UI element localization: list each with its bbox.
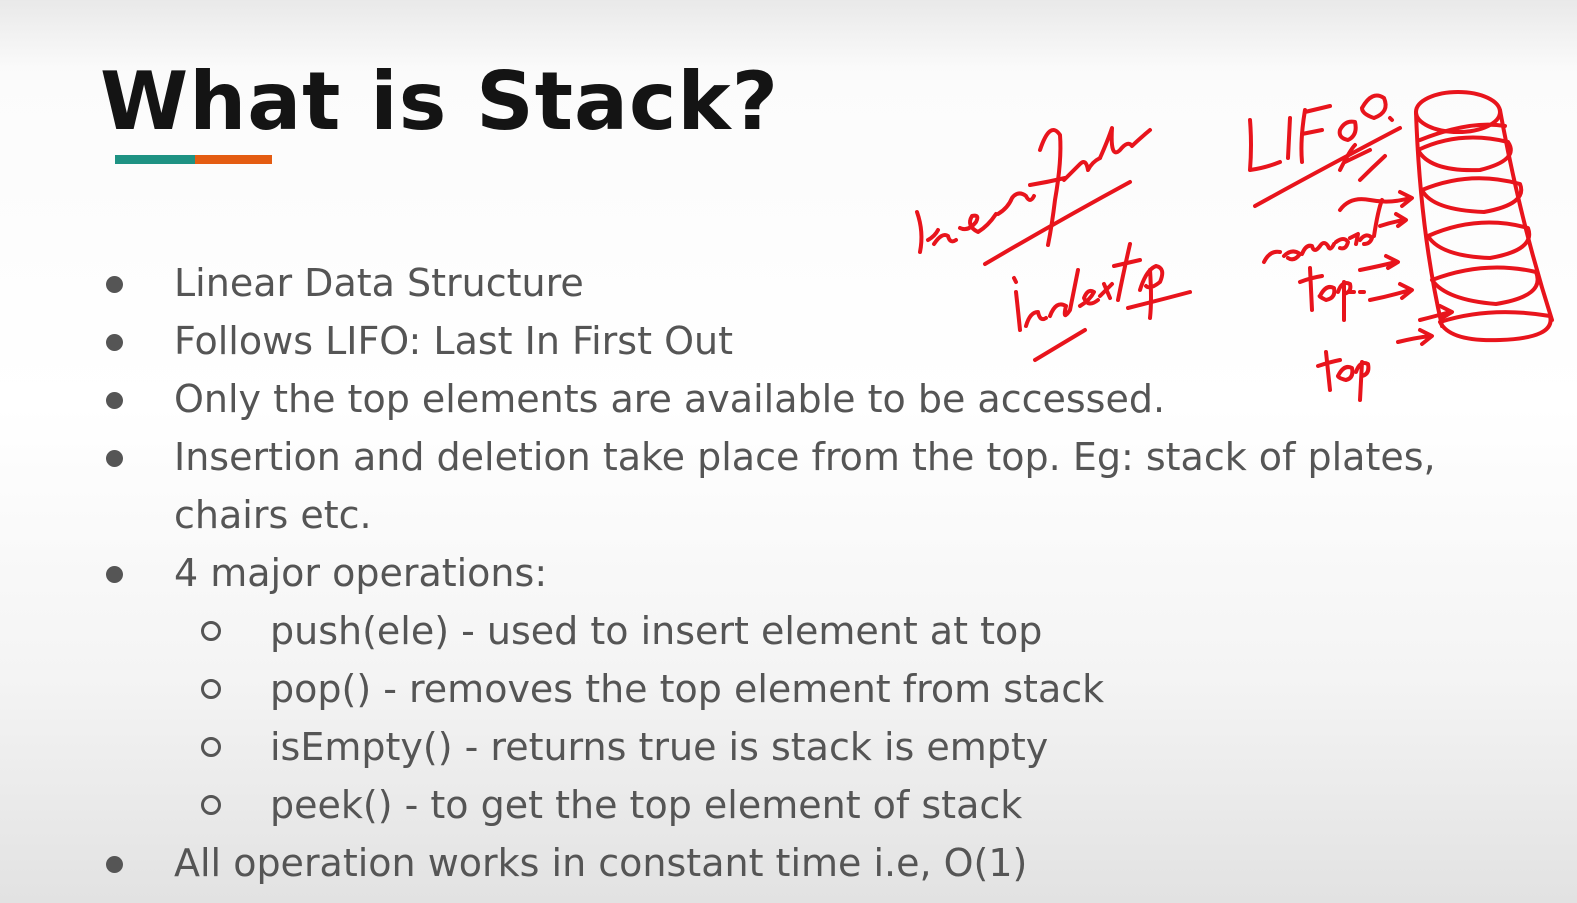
bullet-item: Linear Data Structure: [100, 254, 1500, 312]
bullet-ring-icon: [201, 679, 221, 699]
sub-bullet-item: pop() - removes the top element from sta…: [174, 660, 1500, 718]
bullet-item: Insertion and deletion take place from t…: [100, 428, 1474, 544]
bullet-ring-icon: [201, 737, 221, 757]
bullet-dot-icon: [106, 856, 123, 873]
underline-teal-segment: [115, 155, 195, 164]
sub-bullet-item: push(ele) - used to insert element at to…: [174, 602, 1500, 660]
note-removed: [1262, 190, 1414, 264]
bullet-item: Only the top elements are available to b…: [100, 370, 1500, 428]
bullet-list: Linear Data Structure Follows LIFO: Last…: [100, 254, 1500, 892]
sub-bullet-text: pop() - removes the top element from sta…: [270, 667, 1105, 711]
note-linear-fashion: [915, 126, 1152, 266]
sub-bullet-text: push(ele) - used to insert element at to…: [270, 609, 1043, 653]
bullet-dot-icon: [106, 334, 123, 351]
sub-bullet-item: isEmpty() - returns true is stack is emp…: [174, 718, 1500, 776]
bullet-text: 4 major operations:: [174, 551, 548, 595]
underline-orange-segment: [195, 155, 272, 164]
bullet-item: Follows LIFO: Last In First Out: [100, 312, 1500, 370]
title-underline: [115, 155, 272, 164]
bullet-ring-icon: [201, 621, 221, 641]
bullet-item: 4 major operations: push(ele) - used to …: [100, 544, 1500, 834]
bullet-text: Insertion and deletion take place from t…: [174, 435, 1436, 537]
bullet-text: Only the top elements are available to b…: [174, 377, 1166, 421]
bullet-text: Linear Data Structure: [174, 261, 584, 305]
note-lifo: [1248, 93, 1402, 208]
sub-bullet-item: peek() - to get the top element of stack: [174, 776, 1500, 834]
bullet-dot-icon: [106, 450, 123, 467]
bullet-dot-icon: [106, 392, 123, 409]
slide-title: What is Stack?: [100, 55, 780, 148]
bullet-ring-icon: [201, 795, 221, 815]
slide: What is Stack? Linear Data Structure Fol…: [0, 0, 1577, 903]
bullet-item: All operation works in constant time i.e…: [100, 834, 1500, 892]
operations-sublist: push(ele) - used to insert element at to…: [174, 602, 1500, 834]
sub-bullet-text: peek() - to get the top element of stack: [270, 783, 1023, 827]
bullet-text: All operation works in constant time i.e…: [174, 841, 1028, 885]
bullet-text: Follows LIFO: Last In First Out: [174, 319, 733, 363]
bullet-dot-icon: [106, 276, 123, 293]
sub-bullet-text: isEmpty() - returns true is stack is emp…: [270, 725, 1049, 769]
bullet-dot-icon: [106, 566, 123, 583]
